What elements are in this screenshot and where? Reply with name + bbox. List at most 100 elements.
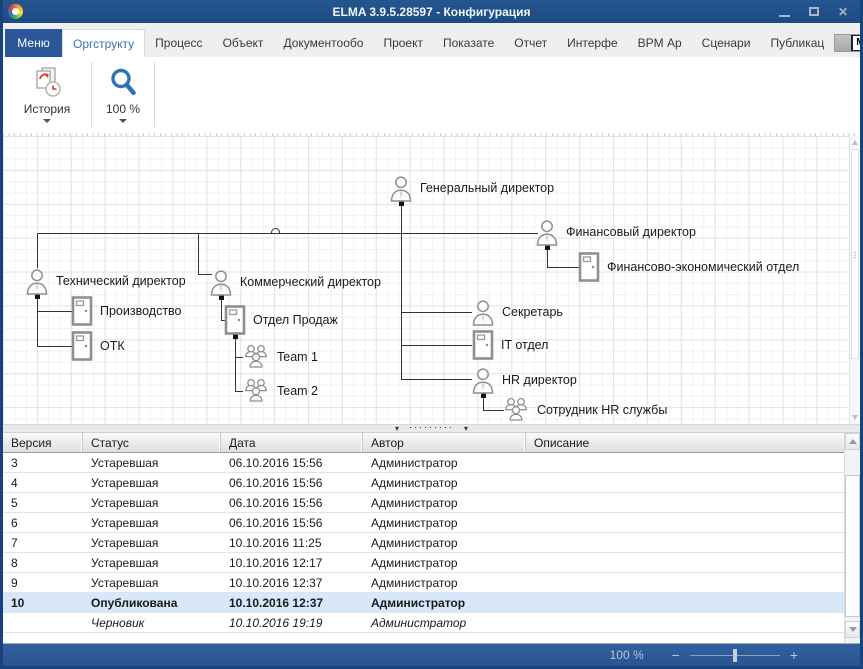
- tab-8-BPM Ар[interactable]: BPM Ар: [628, 29, 692, 57]
- org-node[interactable]: ОТК: [71, 332, 125, 360]
- table-cell: 7: [3, 533, 83, 552]
- org-node[interactable]: Производство: [71, 297, 182, 325]
- connector-line: [401, 205, 402, 380]
- department-icon: [578, 252, 600, 282]
- table-row-version-7[interactable]: 7Устаревшая10.10.2016 11:25Администратор: [3, 533, 844, 553]
- org-node[interactable]: HR директор: [471, 366, 577, 394]
- column-header[interactable]: Описание: [526, 433, 844, 452]
- max-toggle-slider: [835, 35, 852, 51]
- table-scroll-down-icon[interactable]: [845, 621, 860, 638]
- close-icon[interactable]: ✕: [838, 6, 848, 18]
- table-row-version-draft[interactable]: Черновик10.10.2016 19:19Администратор: [3, 613, 844, 633]
- org-node-label: HR директор: [502, 373, 577, 387]
- org-node-label: Отдел Продаж: [253, 313, 338, 327]
- table-cell: [526, 553, 844, 572]
- zoom-dropdown-caret-icon[interactable]: [119, 119, 127, 123]
- column-header[interactable]: Статус: [83, 433, 221, 452]
- history-button-label: История: [24, 102, 71, 116]
- tab-10-Публикац[interactable]: Публикац: [760, 29, 834, 57]
- person-icon: [471, 367, 495, 394]
- window-title: ELMA 3.9.5.28597 - Конфигурация: [3, 5, 860, 19]
- table-cell: 06.10.2016 15:56: [221, 473, 363, 492]
- column-header[interactable]: Дата: [221, 433, 363, 452]
- org-canvas[interactable]: Генеральный директор Финансовый директор Ф…: [3, 136, 860, 424]
- maximize-icon[interactable]: [809, 7, 819, 16]
- table-row-version-4[interactable]: 4Устаревшая06.10.2016 15:56Администратор: [3, 473, 844, 493]
- status-bar: 100 % − +: [3, 643, 860, 666]
- tab-4-Проект[interactable]: Проект: [373, 29, 433, 57]
- ribbon-tab-row: Меню ОргструктуПроцессОбъектДокументообо…: [3, 23, 860, 57]
- scroll-down-icon[interactable]: [852, 415, 858, 420]
- max-toggle[interactable]: MAX: [834, 34, 863, 52]
- minimize-icon[interactable]: [779, 15, 790, 17]
- zoom-in-icon[interactable]: +: [790, 648, 798, 662]
- table-cell: Устаревшая: [83, 573, 221, 592]
- team-group-icon: [242, 378, 270, 404]
- table-row-version-10[interactable]: 10Опубликована10.10.2016 12:37Администра…: [3, 593, 844, 613]
- table-scrollbar[interactable]: [844, 433, 860, 643]
- splitter-grip-icon: ·········: [409, 423, 454, 431]
- canvas-scrollbar-thumb[interactable]: [851, 149, 859, 359]
- org-node-label: Технический директор: [56, 274, 186, 288]
- person-icon: [535, 219, 559, 246]
- versions-table: ВерсияСтатусДатаАвторОписание 3Устаревша…: [3, 433, 860, 643]
- menu-button[interactable]: Меню: [5, 29, 62, 57]
- org-node[interactable]: Коммерческий директор: [209, 268, 381, 296]
- org-node[interactable]: Генеральный директор: [389, 174, 554, 202]
- table-scroll-up-icon[interactable]: [845, 433, 860, 450]
- table-cell: 8: [3, 553, 83, 572]
- tab-3-Документообо[interactable]: Документообо: [273, 29, 373, 57]
- splitter-collapse-up-icon[interactable]: ▾: [395, 425, 399, 433]
- org-node[interactable]: Финансовый директор: [535, 218, 696, 246]
- department-icon: [224, 305, 246, 335]
- table-cell: Администратор: [363, 613, 526, 632]
- org-node[interactable]: Team 2: [242, 377, 318, 405]
- table-row-version-3[interactable]: 3Устаревшая06.10.2016 15:56Администратор: [3, 453, 844, 473]
- org-node[interactable]: Финансово-экономический отдел: [578, 253, 799, 281]
- table-row-version-9[interactable]: 9Устаревшая10.10.2016 12:37Администратор: [3, 573, 844, 593]
- title-bar: ELMA 3.9.5.28597 - Конфигурация ✕: [3, 0, 860, 23]
- column-header[interactable]: Версия: [3, 433, 83, 452]
- department-icon: [472, 330, 494, 360]
- connector-line: [401, 379, 472, 380]
- table-row-version-5[interactable]: 5Устаревшая06.10.2016 15:56Администратор: [3, 493, 844, 513]
- table-row-version-6[interactable]: 6Устаревшая06.10.2016 15:56Администратор: [3, 513, 844, 533]
- table-cell: [526, 453, 844, 472]
- zoom-out-icon[interactable]: −: [672, 648, 680, 662]
- history-dropdown-caret-icon[interactable]: [43, 119, 51, 123]
- tab-5-Показате[interactable]: Показате: [433, 29, 504, 57]
- person-icon: [471, 299, 495, 326]
- org-node[interactable]: Технический директор: [25, 267, 186, 295]
- department-icon: [71, 296, 93, 326]
- tab-6-Отчет[interactable]: Отчет: [504, 29, 557, 57]
- table-cell: Администратор: [363, 473, 526, 492]
- line-jump-icon: [271, 228, 280, 233]
- table-scrollbar-thumb[interactable]: [845, 475, 860, 617]
- org-node[interactable]: Секретарь: [471, 298, 563, 326]
- connector-line: [401, 345, 472, 346]
- tab-2-Объект[interactable]: Объект: [213, 29, 274, 57]
- person-icon: [25, 268, 49, 295]
- splitter-bar[interactable]: ▾ ········· ▾: [3, 424, 860, 433]
- zoom-slider-handle[interactable]: [733, 649, 737, 662]
- max-toggle-label: MAX: [852, 36, 863, 50]
- org-node[interactable]: Team 1: [242, 343, 318, 371]
- org-node-label: Генеральный директор: [420, 181, 554, 195]
- tab-9-Сценари[interactable]: Сценари: [692, 29, 761, 57]
- tab-1-Процесс[interactable]: Процесс: [145, 29, 212, 57]
- org-node[interactable]: Сотрудник HR службы: [502, 396, 667, 424]
- scroll-up-icon[interactable]: [852, 140, 858, 145]
- history-button[interactable]: История: [3, 57, 91, 133]
- column-header[interactable]: Автор: [363, 433, 526, 452]
- table-row-version-8[interactable]: 8Устаревшая10.10.2016 12:17Администратор: [3, 553, 844, 573]
- org-node[interactable]: IT отдел: [472, 331, 548, 359]
- splitter-collapse-down-icon[interactable]: ▾: [464, 425, 468, 433]
- tab-7-Интерфе[interactable]: Интерфе: [557, 29, 628, 57]
- tab-0-Оргструкту[interactable]: Оргструкту: [62, 29, 145, 57]
- zoom-button[interactable]: 100 %: [92, 57, 154, 133]
- table-cell: Администратор: [363, 513, 526, 532]
- table-cell: Администратор: [363, 573, 526, 592]
- canvas-scrollbar[interactable]: [849, 136, 860, 424]
- org-node[interactable]: Отдел Продаж: [224, 306, 338, 334]
- zoom-slider-track[interactable]: [690, 655, 780, 656]
